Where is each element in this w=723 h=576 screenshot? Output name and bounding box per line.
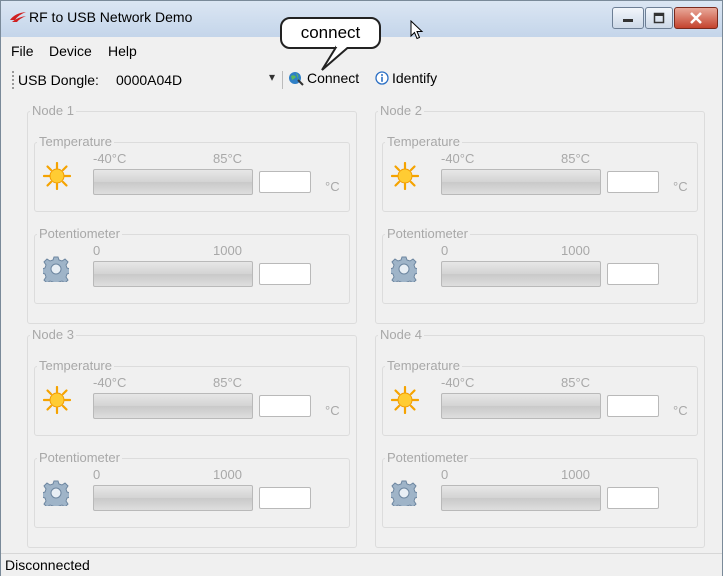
callout-text: connect: [300, 23, 361, 42]
temperature-progress-bar: [441, 169, 601, 195]
potentiometer-max-label: 1000: [213, 467, 242, 482]
app-window: RF to USB Network Demo File Device Help …: [0, 0, 723, 576]
potentiometer-value-box: [259, 487, 311, 509]
status-bar: Disconnected: [1, 553, 722, 576]
toolbar-grip[interactable]: [12, 71, 16, 89]
dongle-select-value[interactable]: 0000A04D: [116, 72, 182, 88]
gear-icon: [391, 256, 417, 282]
temperature-value-box: [607, 171, 659, 193]
temperature-progress-bar: [441, 393, 601, 419]
callout-pointer: [321, 44, 354, 71]
node-1-group: Node 1 Temperature -40°C 85°C °C Potenti…: [27, 103, 357, 324]
window-title: RF to USB Network Demo: [29, 9, 193, 25]
gear-icon: [391, 480, 417, 506]
potentiometer-value-box: [259, 263, 311, 285]
temperature-group: Temperature -40°C 85°C °C: [34, 358, 350, 436]
menu-device[interactable]: Device: [49, 43, 92, 59]
temperature-max-label: 85°C: [561, 375, 591, 390]
potentiometer-value-box: [607, 487, 659, 509]
sun-icon: [391, 162, 419, 190]
potentiometer-max-label: 1000: [213, 243, 242, 258]
potentiometer-progress-bar: [441, 485, 601, 511]
sun-icon: [43, 162, 71, 190]
close-button[interactable]: [674, 7, 718, 29]
potentiometer-title: Potentiometer: [37, 450, 122, 465]
temperature-unit: °C: [673, 179, 688, 194]
temperature-title: Temperature: [385, 134, 462, 149]
potentiometer-value-box: [607, 263, 659, 285]
potentiometer-group: Potentiometer 0 1000: [34, 226, 350, 304]
temperature-group: Temperature -40°C 85°C °C: [382, 134, 698, 212]
potentiometer-progress-bar: [93, 485, 253, 511]
menu-file[interactable]: File: [11, 43, 34, 59]
potentiometer-title: Potentiometer: [37, 226, 122, 241]
node-title: Node 3: [30, 327, 76, 342]
identify-label: Identify: [392, 70, 438, 86]
potentiometer-min-label: 0: [93, 243, 101, 258]
temperature-min-label: -40°C: [441, 375, 475, 390]
maximize-icon: [653, 12, 665, 24]
mouse-cursor-icon: [410, 20, 424, 40]
temperature-min-label: -40°C: [441, 151, 475, 166]
temperature-value-box: [607, 395, 659, 417]
potentiometer-title: Potentiometer: [385, 450, 470, 465]
temperature-value-box: [259, 171, 311, 193]
maximize-button[interactable]: [645, 7, 673, 29]
node-2-group: Node 2 Temperature -40°C 85°C °C Potenti…: [375, 103, 705, 324]
potentiometer-max-label: 1000: [561, 467, 590, 482]
close-icon: [690, 12, 702, 24]
potentiometer-min-label: 0: [441, 243, 449, 258]
silabs-logo-icon: [10, 12, 26, 22]
identify-button[interactable]: Identify: [375, 70, 437, 86]
temperature-group: Temperature -40°C 85°C °C: [34, 134, 350, 212]
temperature-max-label: 85°C: [561, 151, 591, 166]
potentiometer-group: Potentiometer 0 1000: [34, 450, 350, 528]
potentiometer-min-label: 0: [93, 467, 101, 482]
node-title: Node 4: [378, 327, 424, 342]
sun-icon: [391, 386, 419, 414]
temperature-title: Temperature: [37, 358, 114, 373]
temperature-unit: °C: [325, 403, 340, 418]
toolbar-separator: [282, 71, 283, 89]
minimize-icon: [623, 19, 633, 22]
temperature-progress-bar: [93, 393, 253, 419]
sun-icon: [43, 386, 71, 414]
node-title: Node 1: [30, 103, 76, 118]
temperature-title: Temperature: [385, 358, 462, 373]
temperature-progress-bar: [93, 169, 253, 195]
temperature-min-label: -40°C: [93, 375, 127, 390]
dongle-label: USB Dongle:: [18, 72, 99, 88]
potentiometer-min-label: 0: [441, 467, 449, 482]
temperature-max-label: 85°C: [213, 151, 243, 166]
gear-icon: [43, 480, 69, 506]
node-title: Node 2: [378, 103, 424, 118]
dongle-dropdown-arrow[interactable]: ▾: [269, 70, 275, 84]
temperature-unit: °C: [325, 179, 340, 194]
potentiometer-progress-bar: [441, 261, 601, 287]
potentiometer-group: Potentiometer 0 1000: [382, 226, 698, 304]
menu-help[interactable]: Help: [108, 43, 137, 59]
potentiometer-progress-bar: [93, 261, 253, 287]
temperature-value-box: [259, 395, 311, 417]
connection-status: Disconnected: [5, 557, 90, 573]
gear-icon: [43, 256, 69, 282]
temperature-title: Temperature: [37, 134, 114, 149]
temperature-group: Temperature -40°C 85°C °C: [382, 358, 698, 436]
node-4-group: Node 4 Temperature -40°C 85°C °C Potenti…: [375, 327, 705, 548]
globe-plug-icon: [289, 72, 304, 86]
temperature-max-label: 85°C: [213, 375, 243, 390]
potentiometer-max-label: 1000: [561, 243, 590, 258]
nodes-panel: Node 1 Temperature -40°C 85°C °C Potenti…: [1, 94, 722, 551]
temperature-min-label: -40°C: [93, 151, 127, 166]
temperature-unit: °C: [673, 403, 688, 418]
potentiometer-title: Potentiometer: [385, 226, 470, 241]
potentiometer-group: Potentiometer 0 1000: [382, 450, 698, 528]
node-3-group: Node 3 Temperature -40°C 85°C °C Potenti…: [27, 327, 357, 548]
minimize-button[interactable]: [612, 7, 644, 29]
